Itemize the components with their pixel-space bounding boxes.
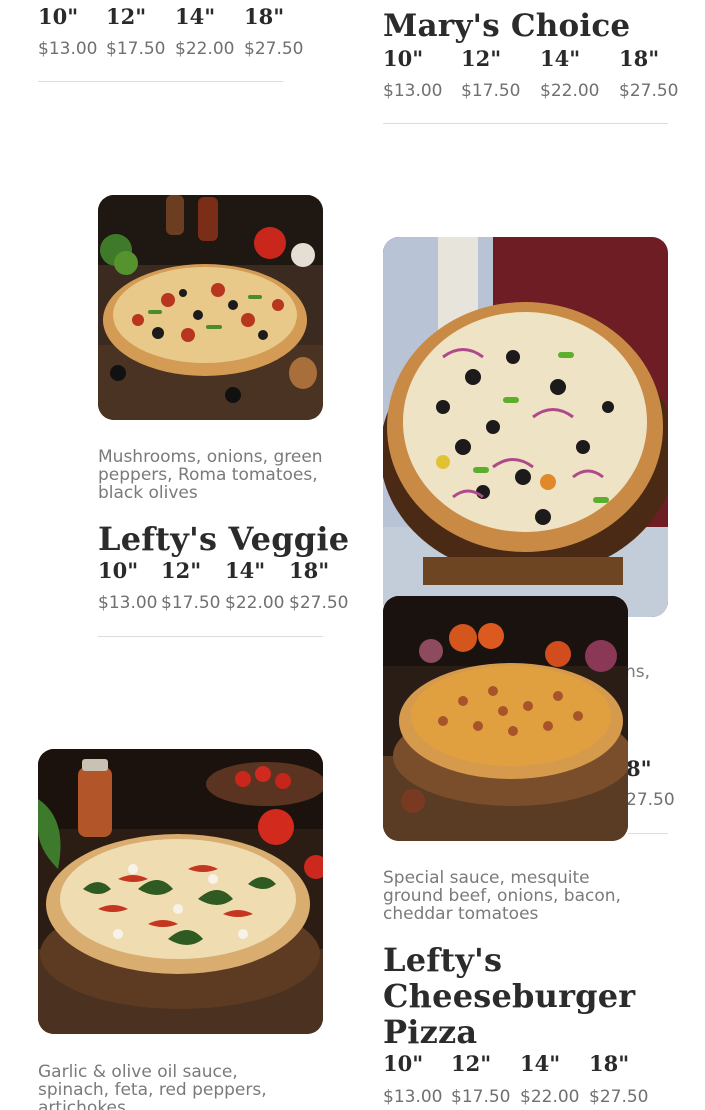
size-label: 12" (106, 4, 147, 29)
price-label: $13.00 (383, 1087, 443, 1107)
item-description: Mushrooms, onions, green peppers, Roma t… (98, 447, 323, 503)
price-label-fragment: 27.50 (626, 790, 675, 810)
item-description: Garlic & olive oil sauce, spinach, feta,… (38, 1062, 267, 1110)
price-label: $22.00 (520, 1087, 580, 1107)
size-label: 18" (619, 46, 660, 71)
price-label: $17.50 (461, 81, 521, 101)
size-row: 10" 12" 14" 18" (383, 1053, 673, 1077)
price-label: $22.00 (225, 593, 285, 613)
price-row: $13.00 $17.50 $22.00 $27.50 (383, 83, 683, 103)
size-label: 14" (225, 558, 266, 583)
size-label: 18" (589, 1051, 630, 1076)
size-row: 10" 12" 14" 18" (383, 48, 683, 72)
size-label: 14" (520, 1051, 561, 1076)
price-row: $13.00 $17.50 $22.00 $27.50 (383, 1089, 673, 1109)
size-label: 12" (161, 558, 202, 583)
price-label: $27.50 (289, 593, 349, 613)
item-title: Mary's Choice (383, 8, 631, 44)
price-label: $13.00 (383, 81, 443, 101)
garlic-spinach-pizza-image[interactable] (38, 749, 323, 1034)
price-row: $13.00 $17.50 $22.00 $27.50 (98, 595, 358, 615)
veggie-pizza-image[interactable] (98, 195, 323, 420)
size-label: 10" (383, 46, 424, 71)
size-row: 10" 12" 14" 18" (98, 560, 358, 584)
item-title-line: Cheeseburger (383, 977, 636, 1015)
price-label: $17.50 (161, 593, 221, 613)
size-label: 14" (540, 46, 581, 71)
size-label: 12" (451, 1051, 492, 1076)
price-label: $27.50 (619, 81, 679, 101)
price-label: $27.50 (589, 1087, 649, 1107)
price-label: $27.50 (244, 39, 304, 59)
size-label-fragment: 8" (626, 756, 652, 781)
marys-choice-pizza-image[interactable] (383, 237, 668, 617)
item-description: Special sauce, mesquite ground beef, oni… (383, 868, 621, 924)
divider (98, 636, 323, 637)
item-description-fragment: ns, (625, 662, 651, 682)
price-label: $22.00 (175, 39, 235, 59)
price-label: $22.00 (540, 81, 600, 101)
size-label: 18" (289, 558, 330, 583)
price-label: $13.00 (38, 39, 98, 59)
price-label: $13.00 (98, 593, 158, 613)
divider (628, 833, 668, 834)
size-row: 10" 12" 14" 18" (38, 6, 318, 30)
price-label: $17.50 (106, 39, 166, 59)
price-row: $13.00 $17.50 $22.00 $27.50 (38, 41, 318, 61)
size-label: 10" (38, 4, 79, 29)
size-label: 18" (244, 4, 285, 29)
price-label: $17.50 (451, 1087, 511, 1107)
item-title-line: Lefty's (383, 941, 503, 979)
item-title: Lefty's Veggie (98, 520, 350, 558)
size-label: 12" (461, 46, 502, 71)
divider (383, 123, 668, 124)
size-label: 14" (175, 4, 216, 29)
size-label: 10" (383, 1051, 424, 1076)
divider (38, 81, 283, 82)
size-label: 10" (98, 558, 139, 583)
item-title-line: Pizza (383, 1013, 478, 1051)
cheeseburger-pizza-image[interactable] (383, 596, 628, 841)
